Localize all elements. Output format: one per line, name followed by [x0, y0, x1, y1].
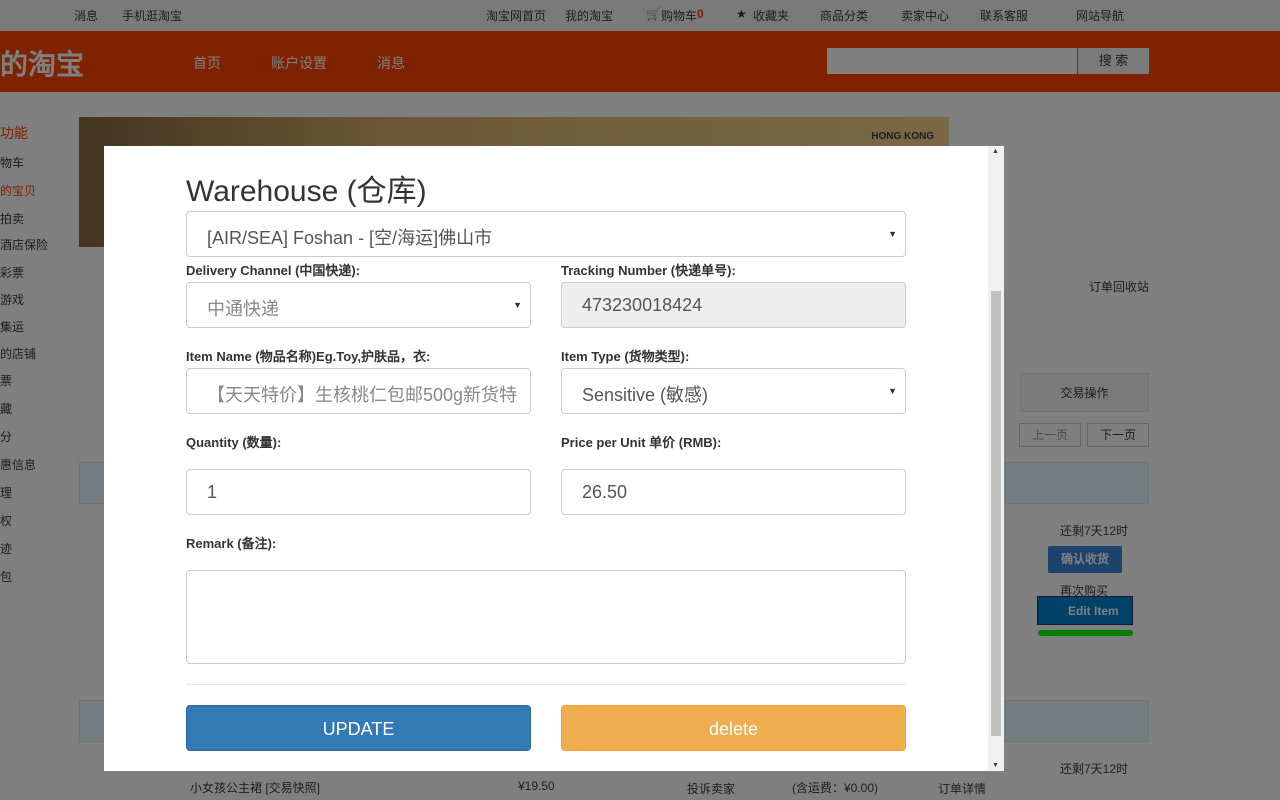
- modal-scrollbar[interactable]: ▲ ▼: [988, 146, 1004, 771]
- tracking-label: Tracking Number (快递单号):: [561, 263, 736, 278]
- remark-label: Remark (备注):: [186, 536, 277, 551]
- caret-down-icon: ▼: [513, 300, 522, 310]
- caret-down-icon: ▼: [888, 386, 897, 396]
- tracking-input[interactable]: 473230018424: [561, 282, 906, 328]
- item-name-label: Item Name (物品名称)Eg.Toy,护肤品，衣:: [186, 349, 431, 364]
- price-label: Price per Unit 单价 (RMB):: [561, 435, 722, 450]
- scrollbar-thumb[interactable]: [991, 291, 1001, 736]
- modal-title: Warehouse (仓库): [186, 175, 427, 208]
- warehouse-select[interactable]: [AIR/SEA] Foshan - [空/海运]佛山市 ▼: [186, 211, 906, 257]
- item-name-input[interactable]: 【天天特价】生核桃仁包邮500g新货特: [186, 368, 531, 414]
- warehouse-value: [AIR/SEA] Foshan - [空/海运]佛山市: [207, 228, 493, 248]
- delivery-value: 中通快递: [207, 299, 279, 319]
- item-type-label: Item Type (货物类型):: [561, 349, 690, 364]
- scroll-up-icon[interactable]: ▲: [992, 148, 999, 155]
- quantity-input[interactable]: 1: [186, 469, 531, 515]
- caret-down-icon: ▼: [888, 229, 897, 239]
- divider: [186, 684, 906, 685]
- edit-item-modal: Warehouse (仓库) [AIR/SEA] Foshan - [空/海运]…: [104, 146, 1004, 771]
- delivery-label: Delivery Channel (中国快递):: [186, 263, 361, 278]
- quantity-label: Quantity (数量):: [186, 435, 282, 450]
- remark-textarea[interactable]: [186, 570, 906, 664]
- delivery-select[interactable]: 中通快递 ▼: [186, 282, 531, 328]
- item-type-value: Sensitive (敏感): [582, 385, 709, 405]
- item-type-select[interactable]: Sensitive (敏感) ▼: [561, 368, 906, 414]
- scroll-down-icon[interactable]: ▼: [992, 762, 999, 769]
- price-input[interactable]: 26.50: [561, 469, 906, 515]
- update-button[interactable]: UPDATE: [186, 705, 531, 751]
- delete-button[interactable]: delete: [561, 705, 906, 751]
